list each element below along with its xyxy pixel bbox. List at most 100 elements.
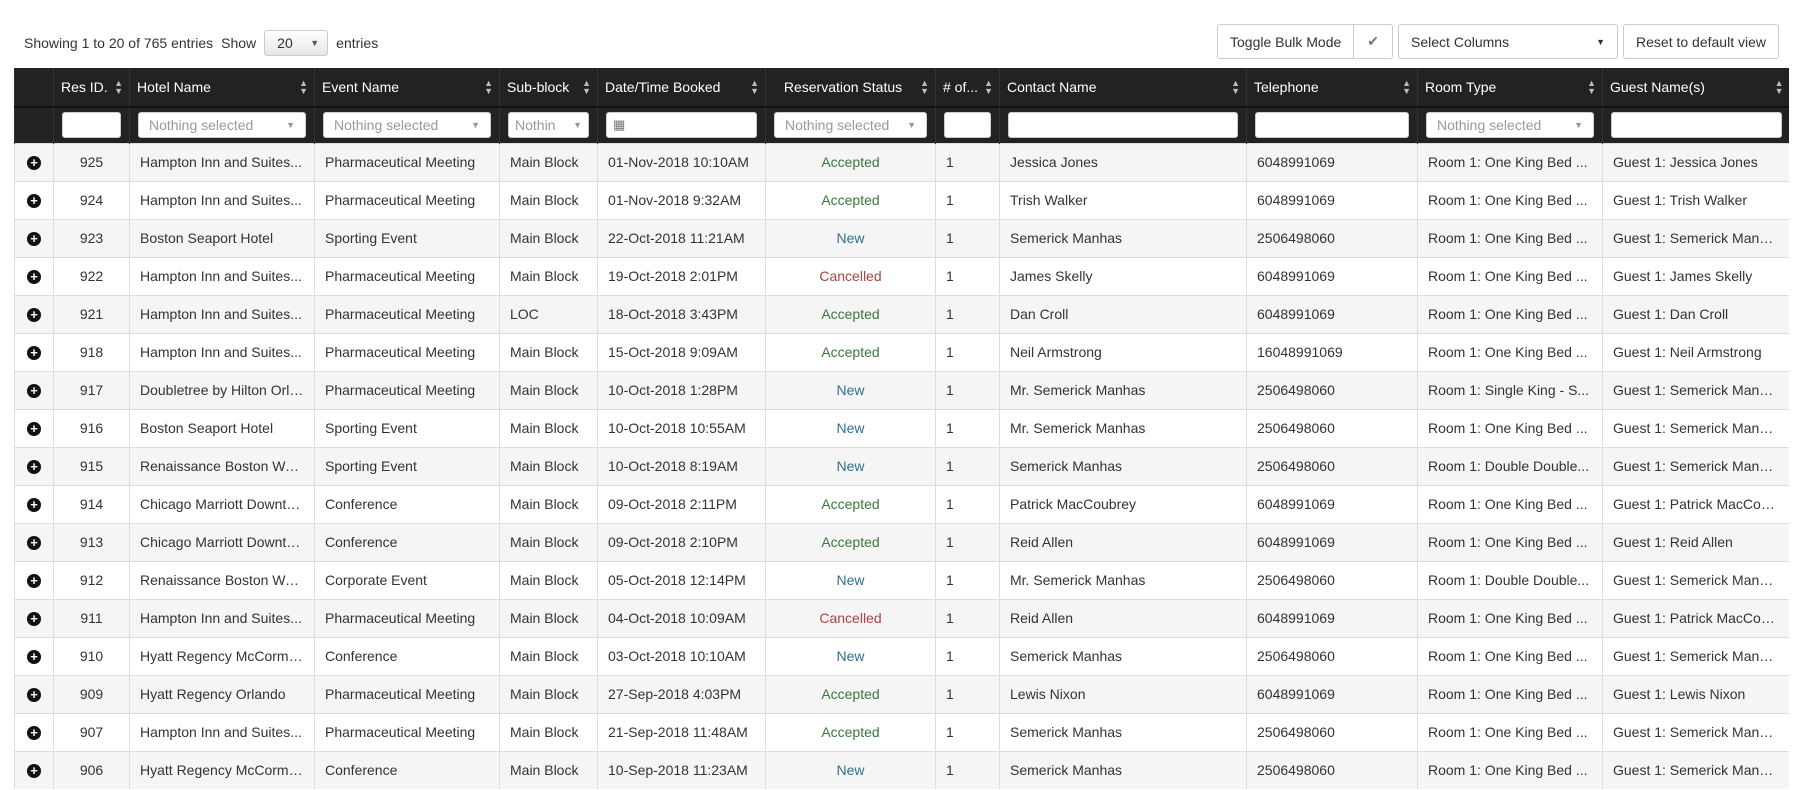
expand-row-icon[interactable]: + <box>27 422 41 436</box>
table-row[interactable]: +906 Hyatt Regency McCormick Conference Mai… <box>14 750 1790 789</box>
event-name-cell: Pharmaceutical Meeting <box>314 256 500 295</box>
telephone-cell: 6048991069 <box>1246 484 1418 523</box>
room-type-cell: Room 1: One King Bed ... <box>1417 598 1603 637</box>
hotel-name-filter-select[interactable]: Nothing selected ▼ <box>138 112 306 139</box>
select-columns-dropdown[interactable]: Select Columns ▼ <box>1398 24 1619 59</box>
chevron-down-icon: ▼ <box>907 120 916 131</box>
event-name-filter-select[interactable]: Nothing selected ▼ <box>323 112 491 139</box>
expand-row-icon[interactable]: + <box>27 574 41 588</box>
expand-row-icon[interactable]: + <box>27 384 41 398</box>
reservations-table: Res ID. ▲ ▼ Hotel Name ▲ ▼ Event Name ▲ ▼ Sub-blo… <box>14 68 1790 789</box>
res-id-cell: 910 <box>53 636 130 675</box>
table-row[interactable]: +922 Hampton Inn and Suites... Pharmaceuti… <box>14 256 1790 295</box>
table-row[interactable]: +907 Hampton Inn and Suites... Pharmaceuti… <box>14 712 1790 751</box>
telephone-cell: 16048991069 <box>1246 332 1418 371</box>
rooms-filter-input[interactable] <box>944 112 991 139</box>
date-booked-cell: 10-Oct-2018 1:28PM <box>597 370 766 409</box>
guest-names-cell: Guest 1: Reid Allen <box>1602 522 1790 561</box>
column-header-sub-block[interactable]: Sub-block ▲ ▼ <box>499 68 598 107</box>
res-id-cell: 924 <box>53 180 130 219</box>
expand-row-icon[interactable]: + <box>27 308 41 322</box>
column-header-room-type[interactable]: Room Type ▲ ▼ <box>1417 68 1603 107</box>
column-header-event-name[interactable]: Event Name ▲ ▼ <box>314 68 500 107</box>
table-row[interactable]: +923 Boston Seaport Hotel Sporting Event Ma… <box>14 218 1790 257</box>
table-row[interactable]: +921 Hampton Inn and Suites... Pharmaceuti… <box>14 294 1790 333</box>
reservation-status-cell: Cancelled <box>765 598 936 637</box>
expand-row-icon[interactable]: + <box>27 232 41 246</box>
expand-row-icon[interactable]: + <box>27 726 41 740</box>
table-row[interactable]: +912Renaissance Boston WaterfrontCorpora… <box>14 560 1790 599</box>
telephone-cell: 6048991069 <box>1246 294 1418 333</box>
sub-block-cell: Main Block <box>499 408 598 447</box>
expand-row-icon[interactable]: + <box>27 688 41 702</box>
sub-block-filter-select[interactable]: Nothin ▼ <box>508 112 589 139</box>
room-type-cell: Room 1: One King Bed ... <box>1417 636 1603 675</box>
sub-block-cell: Main Block <box>499 598 598 637</box>
table-row[interactable]: +917 Doubletree by Hilton Orlando Pharmace… <box>14 370 1790 409</box>
table-row[interactable]: +924 Hampton Inn and Suites... Pharmaceuti… <box>14 180 1790 219</box>
table-row[interactable]: +910 Hyatt Regency McCormick Conference Mai… <box>14 636 1790 675</box>
date-booked-cell: 27-Sep-2018 4:03PM <box>597 674 766 713</box>
contact-name-cell: Mr. Semerick Manhas <box>999 370 1247 409</box>
status-filter-select[interactable]: Nothing selected ▼ <box>774 112 927 139</box>
column-header-rooms-count[interactable]: # of... ▲ ▼ <box>935 68 1000 107</box>
guest-names-cell: Guest 1: Semerick Manhas <box>1602 218 1790 257</box>
reservation-status-cell: New <box>765 446 936 485</box>
expand-row-icon[interactable]: + <box>27 270 41 284</box>
calendar-icon: ▦ <box>613 117 626 133</box>
column-header-res-id[interactable]: Res ID. ▲ ▼ <box>53 68 130 107</box>
expand-row-icon[interactable]: + <box>27 156 41 170</box>
date-booked-cell: 18-Oct-2018 3:43PM <box>597 294 766 333</box>
date-filter-input[interactable]: ▦ <box>606 112 757 139</box>
scrollbar[interactable] <box>1789 68 1806 790</box>
expand-row-icon[interactable]: + <box>27 194 41 208</box>
column-header-date-booked[interactable]: Date/Time Booked ▲ ▼ <box>597 68 766 107</box>
expand-cell: + <box>14 598 54 637</box>
reservation-status-cell: Accepted <box>765 180 936 219</box>
reset-default-view-button[interactable]: Reset to default view <box>1623 24 1779 59</box>
column-header-reservation-status[interactable]: Reservation Status ▲ ▼ <box>765 68 936 107</box>
expand-row-icon[interactable]: + <box>27 460 41 474</box>
sub-block-filter-placeholder: Nothin <box>515 117 556 134</box>
hotel-name-cell: Hampton Inn and Suites... <box>129 142 315 181</box>
guest-names-cell: Guest 1: Semerick Manhas <box>1602 636 1790 675</box>
table-row[interactable]: +913 Chicago Marriott Downtown Conference M… <box>14 522 1790 561</box>
date-booked-cell: 15-Oct-2018 9:09AM <box>597 332 766 371</box>
column-header-telephone[interactable]: Telephone ▲ ▼ <box>1246 68 1418 107</box>
guest-names-cell: Guest 1: Semerick Manhas <box>1602 750 1790 789</box>
column-header-guest-names[interactable]: Guest Name(s) ▲ ▼ <box>1602 68 1790 107</box>
table-row[interactable]: +915Renaissance Boston WaterfrontSportin… <box>14 446 1790 485</box>
expand-row-icon[interactable]: + <box>27 346 41 360</box>
sub-block-cell: Main Block <box>499 522 598 561</box>
expand-row-icon[interactable]: + <box>27 764 41 779</box>
expand-row-icon[interactable]: + <box>27 498 41 512</box>
column-header-label: Res ID. <box>61 79 108 95</box>
expand-row-icon[interactable]: + <box>27 536 41 550</box>
telephone-filter-input[interactable] <box>1255 112 1409 139</box>
expand-row-icon[interactable]: + <box>27 612 41 626</box>
table-row[interactable]: +925 Hampton Inn and Suites... Pharmaceuti… <box>14 142 1790 181</box>
date-booked-cell: 03-Oct-2018 10:10AM <box>597 636 766 675</box>
table-row[interactable]: +909 Hyatt Regency Orlando Pharmaceutical … <box>14 674 1790 713</box>
guest-name-filter-input[interactable] <box>1611 112 1782 139</box>
table-row[interactable]: +914 Chicago Marriott Downtown Conference M… <box>14 484 1790 523</box>
column-header-hotel-name[interactable]: Hotel Name ▲ ▼ <box>129 68 315 107</box>
page-length-select[interactable]: 20 ▼ <box>264 30 329 56</box>
bulk-apply-check-button[interactable]: ✔ <box>1354 24 1394 59</box>
expand-row-icon[interactable]: + <box>27 650 41 664</box>
table-row[interactable]: +916 Boston Seaport Hotel Sporting Event Ma… <box>14 408 1790 447</box>
contact-name-cell: Semerick Manhas <box>999 712 1247 751</box>
toggle-bulk-mode-button[interactable]: Toggle Bulk Mode <box>1217 24 1355 59</box>
event-name-cell: Pharmaceutical Meeting <box>314 598 500 637</box>
contact-name-filter-input[interactable] <box>1008 112 1238 139</box>
table-row[interactable]: +911 Hampton Inn and Suites... Pharmaceuti… <box>14 598 1790 637</box>
res-id-filter-input[interactable] <box>62 112 121 139</box>
res-id-cell: 916 <box>53 408 130 447</box>
date-booked-cell: 10-Oct-2018 10:55AM <box>597 408 766 447</box>
guest-names-cell: Guest 1: Lewis Nixon <box>1602 674 1790 713</box>
column-header-contact-name[interactable]: Contact Name ▲ ▼ <box>999 68 1247 107</box>
reservation-status-cell: Accepted <box>765 674 936 713</box>
table-row[interactable]: +918 Hampton Inn and Suites... Pharmaceuti… <box>14 332 1790 371</box>
room-type-filter-select[interactable]: Nothing selected ▼ <box>1426 112 1594 139</box>
reservation-status-cell: New <box>765 218 936 257</box>
